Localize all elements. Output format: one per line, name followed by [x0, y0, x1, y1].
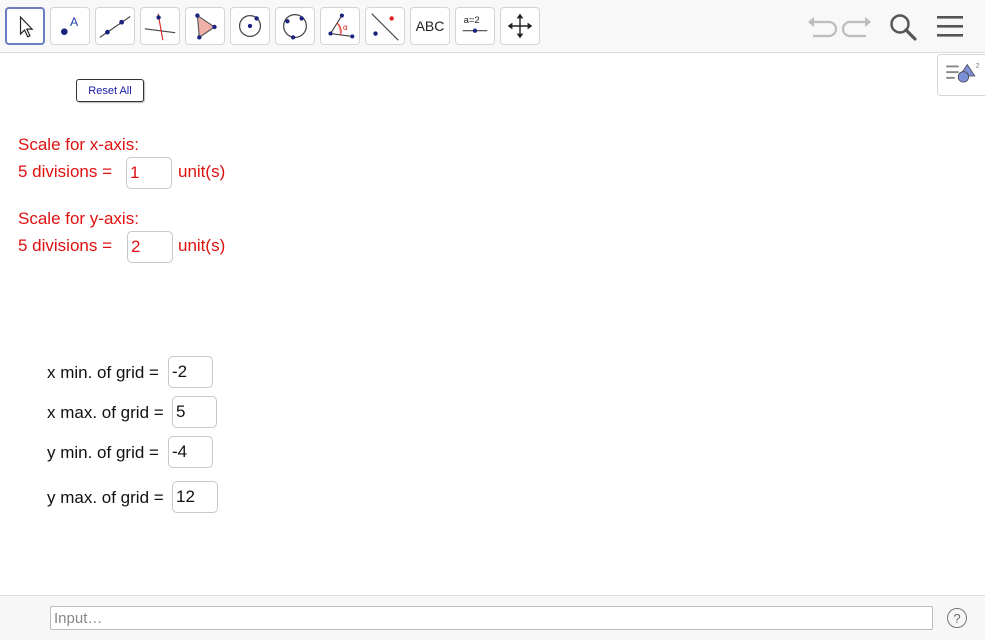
svg-text:2: 2 — [976, 62, 980, 69]
y-min-label: y min. of grid = — [47, 443, 159, 462]
y-scale-suffix: unit(s) — [178, 236, 226, 255]
search-button[interactable] — [885, 10, 921, 44]
circle-three-points-icon — [283, 14, 307, 40]
reflect-tool-button[interactable] — [365, 7, 405, 45]
slider-tool-label: a=2 — [464, 15, 480, 26]
menu-button[interactable] — [932, 10, 968, 44]
x-scale-input[interactable]: 1 — [126, 157, 172, 189]
line-icon — [99, 16, 131, 38]
point-tool-button[interactable]: A — [50, 7, 90, 45]
move-tool-button[interactable] — [5, 7, 45, 45]
circle-center-tool-button[interactable] — [230, 7, 270, 45]
menu-icon — [937, 16, 963, 37]
y-scale-prefix: 5 divisions = — [18, 236, 113, 255]
cursor-arrow-icon — [19, 15, 34, 38]
y-scale-input[interactable]: 2 — [127, 231, 173, 263]
angle-tool-button[interactable]: α — [320, 7, 360, 45]
undo-button[interactable] — [803, 10, 839, 44]
redo-icon — [841, 17, 871, 38]
search-icon — [890, 14, 917, 41]
move-arrows-icon — [507, 13, 533, 39]
perpendicular-line-icon — [144, 13, 176, 41]
x-scale-prefix: 5 divisions = — [18, 162, 113, 181]
y-scale-heading: Scale for y-axis: — [18, 209, 139, 228]
help-icon[interactable]: ? — [947, 608, 967, 628]
x-min-label: x min. of grid = — [47, 363, 159, 382]
x-scale-suffix: unit(s) — [178, 162, 226, 181]
circle-three-points-tool-button[interactable] — [275, 7, 315, 45]
line-tool-button[interactable] — [95, 7, 135, 45]
algebra-view-icon: 2 — [946, 62, 980, 83]
y-max-input[interactable]: 12 — [172, 481, 218, 513]
circle-center-icon — [238, 14, 262, 38]
x-max-input[interactable]: 5 — [172, 396, 217, 428]
algebra-view-toggle[interactable]: 2 — [937, 54, 985, 96]
move-graphics-tool-button[interactable] — [500, 7, 540, 45]
y-min-input[interactable]: -4 — [168, 436, 213, 468]
angle-tool-label: α — [343, 23, 348, 32]
angle-icon: α — [328, 13, 355, 39]
text-tool-button[interactable]: ABC — [410, 7, 450, 45]
input-bar: Input… ? — [0, 595, 985, 640]
undo-icon — [808, 17, 838, 38]
reflect-icon — [371, 13, 399, 41]
x-max-label: x max. of grid = — [47, 403, 164, 422]
point-icon: A — [61, 15, 79, 35]
x-scale-heading: Scale for x-axis: — [18, 135, 139, 154]
slider-tool-button[interactable]: a=2 — [455, 7, 495, 45]
y-max-label: y max. of grid = — [47, 488, 164, 507]
redo-button[interactable] — [840, 10, 876, 44]
reset-all-button[interactable]: Reset All — [76, 79, 144, 102]
toolbar: A α ABC a=2 — [0, 0, 985, 53]
text-tool-label: ABC — [415, 18, 445, 34]
algebra-input-field[interactable]: Input… — [50, 606, 933, 630]
polygon-icon — [195, 13, 217, 40]
x-min-input[interactable]: -2 — [168, 356, 213, 388]
perpendicular-line-tool-button[interactable] — [140, 7, 180, 45]
slider-icon: a=2 — [462, 15, 488, 33]
polygon-tool-button[interactable] — [185, 7, 225, 45]
point-tool-label: A — [70, 15, 79, 29]
